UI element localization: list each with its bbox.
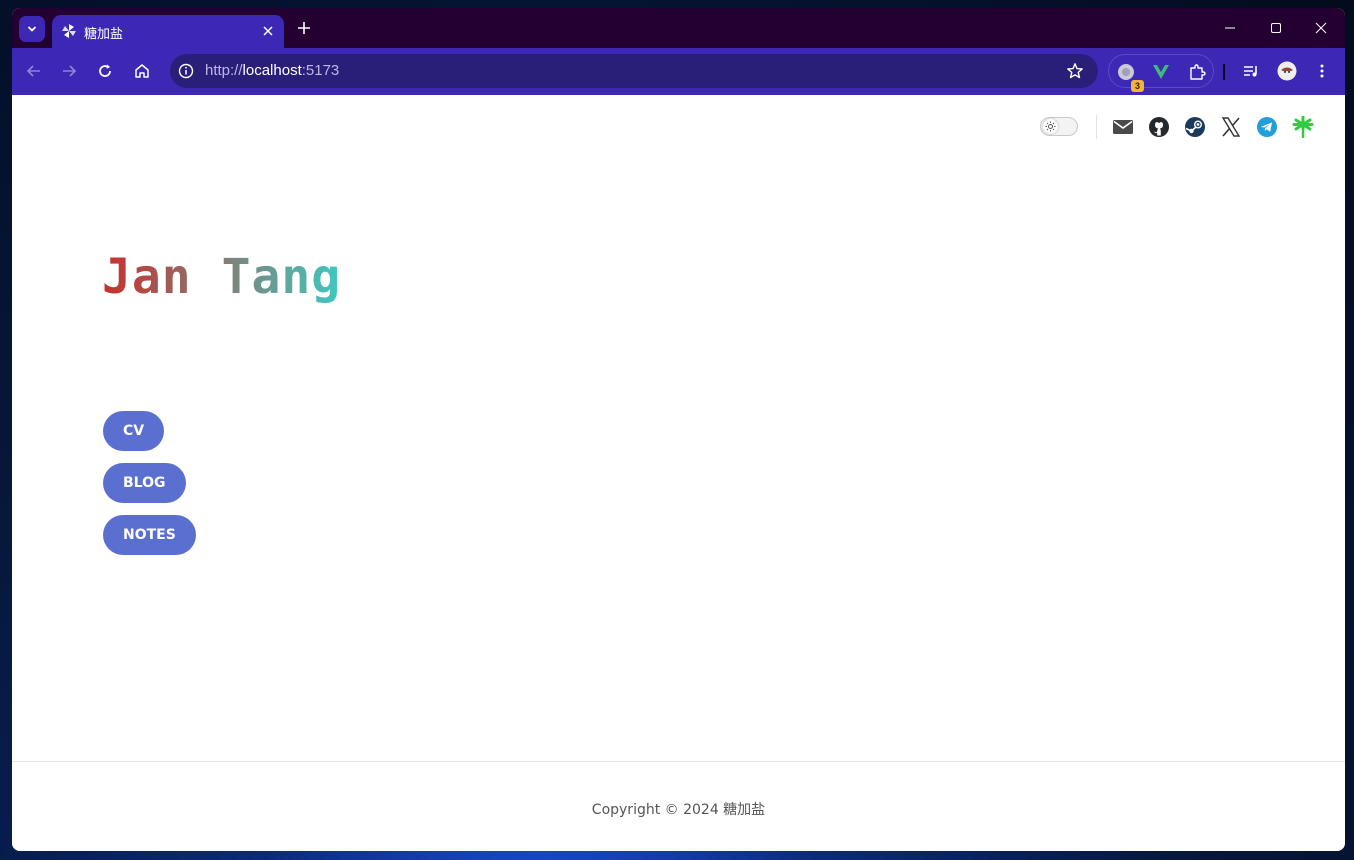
- minimize-button[interactable]: [1208, 13, 1252, 43]
- pinwheel-favicon-icon: [62, 24, 76, 38]
- logo-svg: Jan Tang: [102, 249, 341, 305]
- vue-devtools-button[interactable]: [1152, 63, 1170, 81]
- puzzle-icon: [1190, 64, 1206, 80]
- close-icon: [1315, 22, 1327, 34]
- maximize-button[interactable]: [1254, 13, 1298, 43]
- theme-toggle-knob: [1043, 119, 1058, 134]
- minimize-icon: [1225, 27, 1235, 29]
- playlist-icon: [1244, 66, 1257, 77]
- nav-notes-button[interactable]: NOTES: [103, 515, 196, 555]
- steam-icon: [1185, 117, 1205, 137]
- github-icon: [1149, 117, 1169, 137]
- close-window-button[interactable]: [1299, 13, 1343, 43]
- theme-toggle[interactable]: [1040, 117, 1078, 136]
- close-icon: [263, 26, 273, 36]
- extensions-group: 3: [1108, 54, 1214, 92]
- tab-title: 糖加盐: [84, 27, 124, 42]
- url-port: :5173: [301, 62, 340, 79]
- tab-close-button[interactable]: [260, 23, 276, 39]
- star-icon[interactable]: [1066, 62, 1084, 80]
- kebab-menu-icon: [1320, 64, 1324, 78]
- arrow-left-icon: [26, 65, 40, 77]
- asterisk-icon: [1292, 116, 1314, 138]
- mail-link[interactable]: [1112, 116, 1134, 138]
- extensions-button[interactable]: [1188, 63, 1206, 81]
- home-button[interactable]: [128, 57, 156, 85]
- social-divider: [1096, 115, 1097, 139]
- menu-button[interactable]: [1308, 57, 1336, 85]
- steam-link[interactable]: [1184, 116, 1206, 138]
- browser-window: 糖加盐 http://localhost:5173 3 Jan Tang CV …: [12, 8, 1345, 851]
- new-tab-button[interactable]: [294, 18, 314, 38]
- reload-icon: [99, 64, 111, 77]
- footer-divider: [12, 761, 1345, 762]
- avatar-icon: [1277, 61, 1297, 81]
- nav-blog-button[interactable]: BLOG: [103, 463, 186, 503]
- home-icon: [135, 64, 149, 78]
- tab-active[interactable]: 糖加盐: [52, 15, 284, 48]
- extension-button-1[interactable]: 3: [1117, 63, 1144, 92]
- browser-toolbar: http://localhost:5173 3: [12, 48, 1345, 95]
- telegram-icon: [1257, 117, 1277, 137]
- vue-icon: [1153, 65, 1169, 79]
- footer-copyright: Copyright © 2024 糖加盐: [591, 802, 766, 818]
- url-host: localhost: [242, 62, 302, 79]
- url-scheme: http://: [205, 62, 243, 79]
- mail-icon: [1113, 120, 1133, 134]
- x-link[interactable]: [1220, 116, 1242, 138]
- reading-list-button[interactable]: [1237, 57, 1265, 85]
- extension-circle-icon: [1118, 64, 1134, 80]
- extension-badge: 3: [1131, 80, 1144, 92]
- tab-strip: 糖加盐: [12, 8, 1345, 48]
- profile-button[interactable]: [1273, 57, 1301, 85]
- page-content: Jan Tang CV BLOG NOTES Copyright © 2024 …: [12, 95, 1345, 851]
- maximize-icon: [1271, 23, 1281, 33]
- plus-icon: [298, 22, 310, 34]
- tab-search-button[interactable]: [19, 16, 45, 42]
- forward-button[interactable]: [55, 57, 83, 85]
- site-logo-text: Jan Tang: [102, 249, 341, 305]
- info-icon[interactable]: [178, 63, 194, 79]
- reload-button[interactable]: [91, 57, 119, 85]
- arrow-right-icon: [63, 65, 77, 77]
- toolbar-separator: [1223, 64, 1225, 80]
- sun-icon: [1045, 121, 1056, 132]
- github-link[interactable]: [1148, 116, 1170, 138]
- nav-cv-button[interactable]: CV: [103, 411, 165, 451]
- x-icon: [1221, 117, 1241, 137]
- back-button[interactable]: [20, 57, 48, 85]
- telegram-link[interactable]: [1256, 116, 1278, 138]
- chevron-down-icon: [28, 26, 36, 32]
- asterisk-link[interactable]: [1292, 116, 1314, 138]
- url-text[interactable]: http://localhost:5173: [205, 62, 339, 79]
- address-bar[interactable]: http://localhost:5173: [170, 54, 1098, 88]
